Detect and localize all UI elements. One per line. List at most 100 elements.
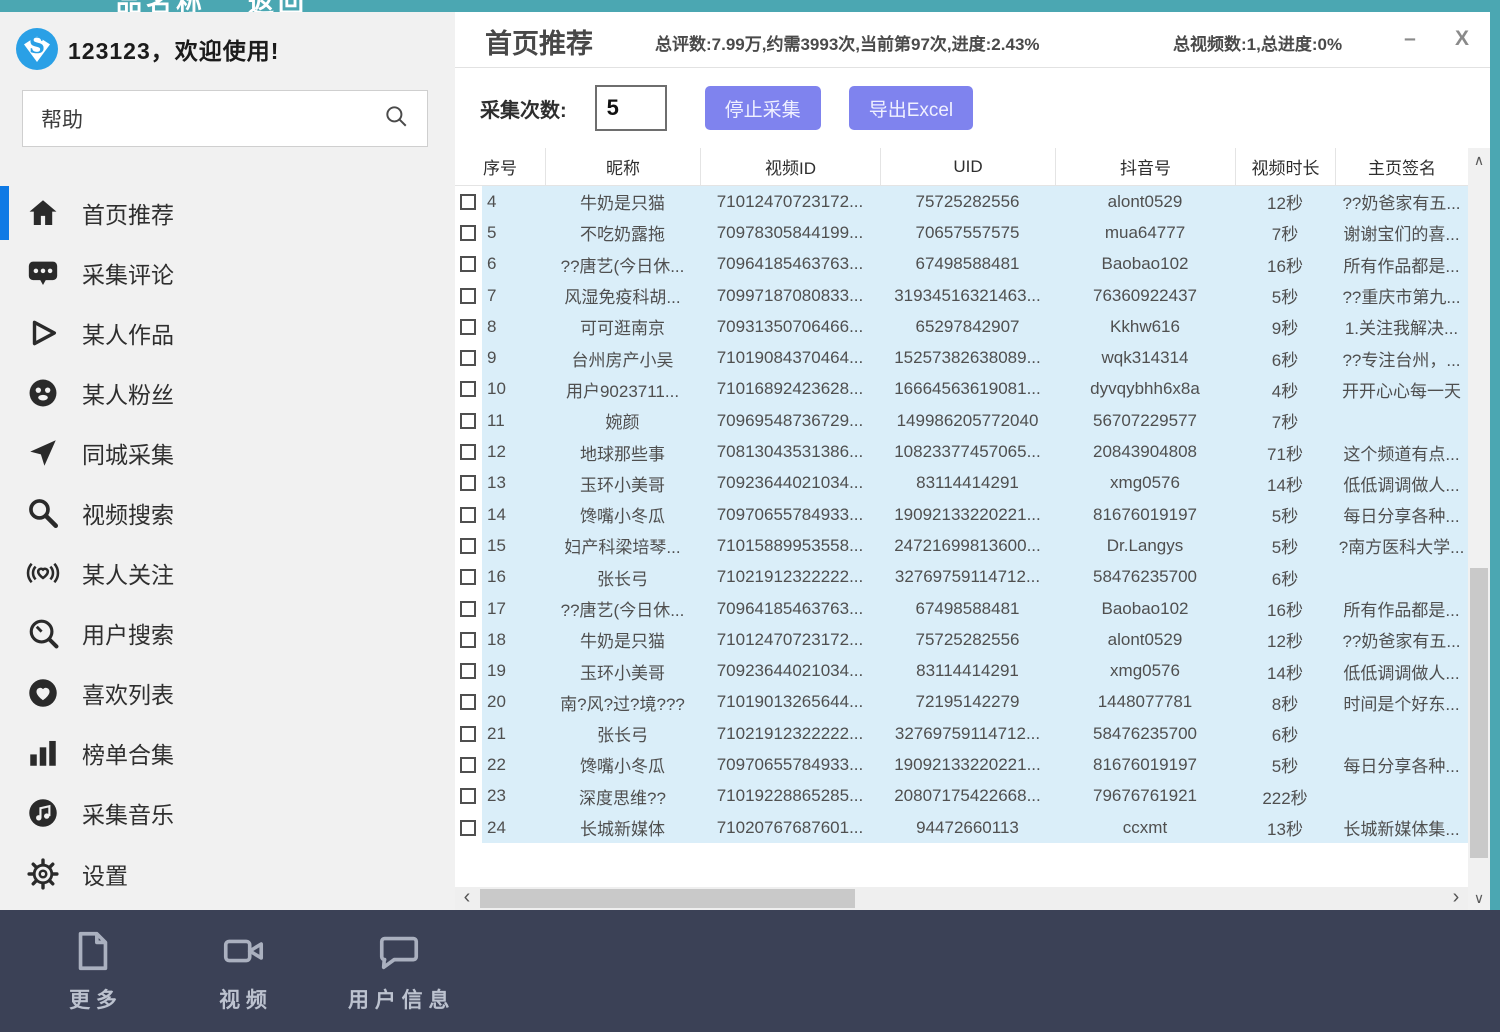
row-nickname: 婉颜 xyxy=(545,405,700,436)
row-checkbox[interactable] xyxy=(460,413,476,429)
table-row[interactable]: 23深度思维??71019228865285...20807175422668.… xyxy=(455,781,1468,812)
bottombar-item-user-info[interactable]: 用 户 信 息 xyxy=(348,928,450,1014)
table-row[interactable]: 9台州房产小吴71019084370464...15257382638089..… xyxy=(455,342,1468,373)
row-douyin-id: 79676761921 xyxy=(1055,781,1235,812)
row-duration: 6秒 xyxy=(1235,718,1335,749)
table-row[interactable]: 17??唐艺(今日休...70964185463763...6749858848… xyxy=(455,593,1468,624)
bottombar-item-more[interactable]: 更 多 xyxy=(48,928,138,1014)
row-checkbox[interactable] xyxy=(460,350,476,366)
row-uid: 10823377457065... xyxy=(880,436,1055,467)
table-row[interactable]: 22馋嘴小冬瓜70970655784933...19092133220221..… xyxy=(455,749,1468,780)
table-row[interactable]: 24长城新媒体71020767687601...94472660113ccxmt… xyxy=(455,812,1468,843)
search-icon xyxy=(383,103,409,134)
sidebar-item-follows[interactable]: 某人关注 xyxy=(0,543,455,603)
row-checkbox[interactable] xyxy=(460,601,476,617)
sidebar-item-fans[interactable]: 某人粉丝 xyxy=(0,363,455,423)
row-checkbox[interactable] xyxy=(460,194,476,210)
sidebar-item-music[interactable]: 采集音乐 xyxy=(0,783,455,843)
row-douyin-id: alont0529 xyxy=(1055,186,1235,217)
table-row[interactable]: 19玉环小美哥70923644021034...83114414291xmg05… xyxy=(455,655,1468,686)
sidebar-item-home[interactable]: 首页推荐 xyxy=(0,183,455,243)
sidebar-item-user-search[interactable]: 用户搜索 xyxy=(0,603,455,663)
row-checkbox[interactable] xyxy=(460,663,476,679)
row-checkbox[interactable] xyxy=(460,569,476,585)
collect-count-input[interactable] xyxy=(595,85,667,131)
row-checkbox[interactable] xyxy=(460,788,476,804)
sidebar-item-settings[interactable]: 设置 xyxy=(0,846,455,902)
sidebar-item-likes[interactable]: 喜欢列表 xyxy=(0,663,455,723)
table-row[interactable]: 16张长弓71021912322222...32769759114712...5… xyxy=(455,562,1468,593)
row-signature xyxy=(1335,562,1468,593)
row-uid: 94472660113 xyxy=(880,812,1055,843)
row-signature: ??专注台州，... xyxy=(1335,342,1468,373)
search-input[interactable]: 帮助 xyxy=(22,90,428,147)
row-checkbox[interactable] xyxy=(460,538,476,554)
row-nickname: 风湿免疫科胡... xyxy=(545,280,700,311)
horizontal-scrollbar[interactable]: ‹ › xyxy=(455,887,1468,910)
row-checkbox[interactable] xyxy=(460,632,476,648)
row-checkbox[interactable] xyxy=(460,757,476,773)
row-checkbox[interactable] xyxy=(460,381,476,397)
stop-collect-button[interactable]: 停止采集 xyxy=(705,86,821,130)
row-checkbox[interactable] xyxy=(460,820,476,836)
row-checkbox[interactable] xyxy=(460,726,476,742)
table-row[interactable]: 21张长弓71021912322222...32769759114712...5… xyxy=(455,718,1468,749)
table-row[interactable]: 7风湿免疫科胡...70997187080833...3193451632146… xyxy=(455,280,1468,311)
sidebar-item-rankings[interactable]: 榜单合集 xyxy=(0,723,455,783)
row-seq: 14 xyxy=(487,505,506,525)
vertical-scroll-thumb[interactable] xyxy=(1470,568,1488,858)
table-row[interactable]: 4牛奶是只猫71012470723172...75725282556alont0… xyxy=(455,186,1468,217)
sidebar-item-comments[interactable]: 采集评论 xyxy=(0,243,455,303)
column-header-4[interactable]: UID xyxy=(880,148,1055,185)
scroll-up-icon[interactable]: ∧ xyxy=(1468,148,1490,172)
column-header-5[interactable]: 抖音号 xyxy=(1055,148,1235,185)
row-douyin-id: Dr.Langys xyxy=(1055,530,1235,561)
row-checkbox[interactable] xyxy=(460,444,476,460)
table-row[interactable]: 14馋嘴小冬瓜70970655784933...19092133220221..… xyxy=(455,499,1468,530)
table-row[interactable]: 10用户9023711...71016892423628...166645636… xyxy=(455,374,1468,405)
column-header-1[interactable]: 序号 xyxy=(455,148,545,185)
row-checkbox[interactable] xyxy=(460,507,476,523)
row-nickname: 馋嘴小冬瓜 xyxy=(545,499,700,530)
row-checkbox[interactable] xyxy=(460,694,476,710)
export-excel-button[interactable]: 导出Excel xyxy=(849,86,973,130)
table-row[interactable]: 18牛奶是只猫71012470723172...75725282556alont… xyxy=(455,624,1468,655)
table-row[interactable]: 15妇产科梁培琴...71015889953558...247216998136… xyxy=(455,530,1468,561)
bottombar-item-video[interactable]: 视 频 xyxy=(198,928,288,1014)
row-seq-cell: 16 xyxy=(455,562,545,593)
sidebar-item-video-search[interactable]: 视频搜索 xyxy=(0,483,455,543)
close-button[interactable]: X xyxy=(1445,24,1479,54)
row-checkbox[interactable] xyxy=(460,288,476,304)
bottombar-item-label: 视 频 xyxy=(219,984,267,1014)
sidebar-item-city[interactable]: 同城采集 xyxy=(0,423,455,483)
scroll-down-icon[interactable]: ∨ xyxy=(1468,886,1490,910)
horizontal-scroll-thumb[interactable] xyxy=(480,889,855,908)
table-row[interactable]: 12地球那些事70813043531386...10823377457065..… xyxy=(455,436,1468,467)
row-seq-cell: 15 xyxy=(455,530,545,561)
table-row[interactable]: 11婉颜70969548736729...1499862057720405670… xyxy=(455,405,1468,436)
sidebar-item-label: 同城采集 xyxy=(82,436,174,470)
sidebar-item-label: 视频搜索 xyxy=(82,496,174,530)
row-checkbox[interactable] xyxy=(460,256,476,272)
row-seq: 22 xyxy=(487,755,506,775)
table-row[interactable]: 20南?风?过?境???71019013265644...72195142279… xyxy=(455,687,1468,718)
row-checkbox[interactable] xyxy=(460,225,476,241)
column-header-7[interactable]: 主页签名 xyxy=(1335,148,1468,185)
sidebar-item-label: 首页推荐 xyxy=(82,196,174,230)
column-header-2[interactable]: 昵称 xyxy=(545,148,700,185)
sidebar-item-works[interactable]: 某人作品 xyxy=(0,303,455,363)
sidebar-nav: 首页推荐采集评论某人作品某人粉丝同城采集视频搜索某人关注用户搜索喜欢列表榜单合集… xyxy=(0,183,455,843)
column-header-3[interactable]: 视频ID xyxy=(700,148,880,185)
minimize-button[interactable]: – xyxy=(1393,24,1427,54)
column-header-6[interactable]: 视频时长 xyxy=(1235,148,1335,185)
table-row[interactable]: 13玉环小美哥70923644021034...83114414291xmg05… xyxy=(455,468,1468,499)
scroll-right-icon[interactable]: › xyxy=(1446,887,1466,910)
table-row[interactable]: 6??唐艺(今日休...70964185463763...67498588481… xyxy=(455,249,1468,280)
sidebar: S 123123，欢迎使用! 帮助 首页推荐采集评论某人作品某人粉丝同城采集视频… xyxy=(0,12,455,910)
table-row[interactable]: 8可可逛南京70931350706466...65297842907Kkhw61… xyxy=(455,311,1468,342)
row-checkbox[interactable] xyxy=(460,475,476,491)
table-row[interactable]: 5不吃奶露拖70978305844199...70657557575mua647… xyxy=(455,217,1468,248)
row-checkbox[interactable] xyxy=(460,319,476,335)
vertical-scrollbar[interactable]: ∧ ∨ xyxy=(1468,148,1490,910)
scroll-left-icon[interactable]: ‹ xyxy=(457,887,477,910)
